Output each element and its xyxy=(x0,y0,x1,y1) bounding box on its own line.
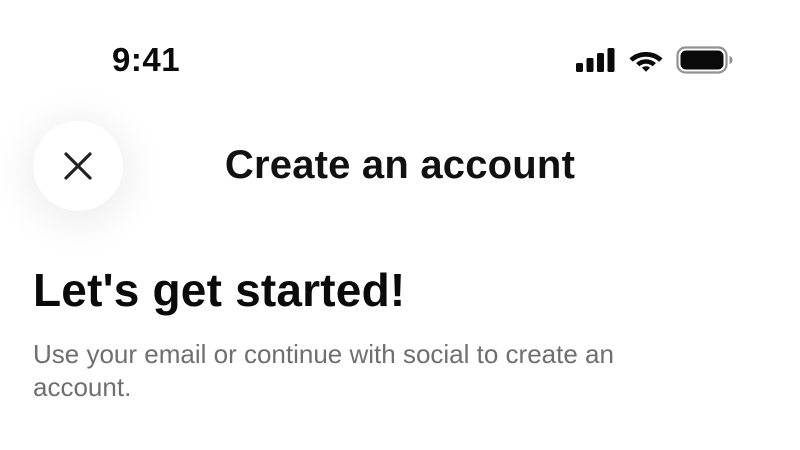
cellular-signal-icon xyxy=(576,48,616,72)
headline: Let's get started! xyxy=(33,264,406,316)
header: Create an account xyxy=(0,110,800,220)
page-title: Create an account xyxy=(224,143,576,187)
intro-section: Let's get started! Use your email or con… xyxy=(33,262,753,404)
status-icons xyxy=(576,45,734,75)
status-time: 9:41 xyxy=(112,41,181,78)
status-bar: 9:41 xyxy=(0,0,800,110)
intro-subtext: Use your email or continue with social t… xyxy=(33,339,614,402)
wifi-icon xyxy=(628,47,664,73)
battery-icon xyxy=(676,46,734,74)
create-account-screen: 9:41 Create an account Let's get started… xyxy=(0,0,800,450)
